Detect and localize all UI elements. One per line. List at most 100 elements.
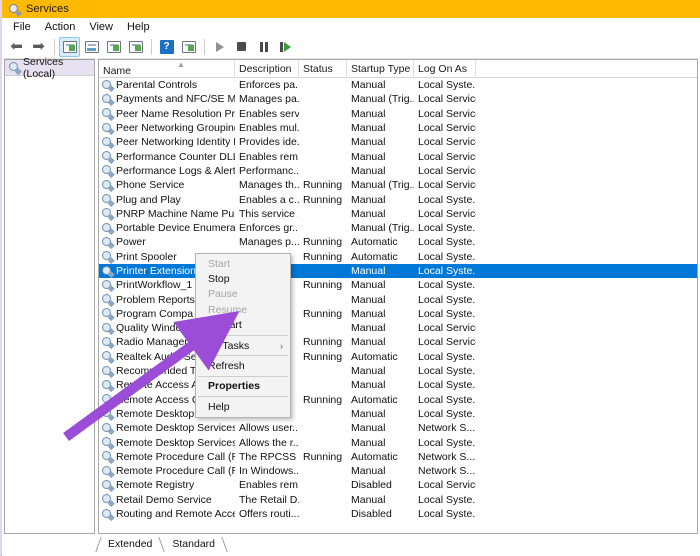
table-row[interactable]: Power Manages p... Running Automatic Local S… <box>99 235 697 249</box>
cell-name-label: Remote Desktop <box>116 407 195 420</box>
table-row[interactable]: Quality Window Manual Local Service <box>99 321 697 335</box>
sidebar-item-services-local[interactable]: Services (Local) <box>5 56 94 80</box>
services-gear-icon <box>101 451 114 464</box>
column-header-name[interactable]: Name ▲ <box>99 60 235 78</box>
forward-button[interactable]: ➡ <box>28 37 49 57</box>
menu-help[interactable]: Help <box>123 20 157 34</box>
tab-extended-label: Extended <box>108 538 153 550</box>
table-row[interactable]: Printer Extensions Manual Local Syste... <box>99 263 697 279</box>
table-row[interactable]: Peer Networking Grouping Enables mul... Ma… <box>99 121 697 135</box>
table-row[interactable]: Recommended T Manual Local Syste... <box>99 364 697 378</box>
cell-status: Running <box>303 179 343 192</box>
table-row[interactable]: Remote Desktop Services U... Allows the r… <box>99 435 697 449</box>
column-header-description[interactable]: Description <box>235 60 299 78</box>
cell-name-label: Remote Desktop Services U... <box>116 436 235 449</box>
column-header-log-on-as[interactable]: Log On As <box>414 60 476 78</box>
table-row[interactable]: Remote Procedure Call (RP... In Windows..… <box>99 464 697 478</box>
table-row[interactable]: Remote Procedure Call (RPC) The RPCSS s..… <box>99 450 697 464</box>
table-row[interactable]: Payments and NFC/SE Man... Manages pa... M… <box>99 92 697 106</box>
table-row[interactable]: Remote Registry Enables rem... Disabled Loc… <box>99 478 697 492</box>
cell-status: Running <box>303 250 343 263</box>
tab-standard-label: Standard <box>172 538 215 550</box>
cell-description: Enables rem... <box>239 150 299 163</box>
cell-name: Remote Desktop Services <box>99 421 235 435</box>
column-header-status[interactable]: Status <box>299 60 347 78</box>
cell-log-on-as: Local Syste... <box>418 508 476 521</box>
table-row[interactable]: Remote Access A Manual Local Syste... <box>99 378 697 392</box>
table-row[interactable]: Remote Desktop Manual Local Syste... <box>99 407 697 421</box>
help-button[interactable]: ? <box>156 37 177 57</box>
context-menu-item-restart[interactable]: Restart <box>196 318 290 333</box>
table-row[interactable]: Peer Networking Identity M... Provides id… <box>99 135 697 149</box>
table-row[interactable]: Problem Reports Manual Local Syste... <box>99 292 697 307</box>
show-action-pane-button[interactable] <box>178 37 199 57</box>
table-row[interactable]: Retail Demo Service The Retail D... Manual… <box>99 493 697 507</box>
start-service-button[interactable] <box>209 37 230 57</box>
cell-startup-type: Manual <box>351 207 386 220</box>
table-row[interactable]: Realtek Audio Se Running Automatic Local Sy… <box>99 350 697 364</box>
cell-startup-type: Manual <box>351 79 386 92</box>
table-row[interactable]: Radio Managem Running Manual Local Service <box>99 335 697 349</box>
table-row[interactable]: Program Compa Running Manual Local Syste... <box>99 307 697 321</box>
table-row[interactable]: Performance Counter DLL ... Enables rem..… <box>99 149 697 164</box>
context-menu-item-label: Properties <box>208 380 260 393</box>
cell-status: Running <box>303 393 343 406</box>
context-menu-item-refresh[interactable]: Refresh <box>196 358 290 373</box>
table-row[interactable]: Phone Service Manages th... Running Manual … <box>99 178 697 192</box>
cell-name-label: Performance Counter DLL ... <box>116 150 235 163</box>
cell-startup-type: Automatic <box>351 236 398 249</box>
table-row[interactable]: Plug and Play Enables a c... Running Manual… <box>99 192 697 206</box>
view-tabs: Extended Standard <box>95 534 698 552</box>
stop-service-button[interactable] <box>231 37 252 57</box>
table-row[interactable]: Peer Name Resolution Prot... Enables serv… <box>99 107 697 121</box>
cell-startup-type: Manual <box>351 307 386 320</box>
services-gear-icon <box>101 151 114 164</box>
table-row[interactable]: Routing and Remote Access Offers routi...… <box>99 507 697 521</box>
cell-status: Running <box>303 350 343 363</box>
cell-startup-type: Automatic <box>351 393 398 406</box>
table-row[interactable]: PrintWorkflow_1 Running Manual Local Syste.… <box>99 278 697 292</box>
cell-description: Enforces pa... <box>239 79 299 92</box>
cell-log-on-as: Local Syste... <box>418 236 476 249</box>
table-row[interactable]: PNRP Machine Name Publi... This service .… <box>99 207 697 221</box>
services-gear-icon <box>101 93 114 106</box>
export-list-button[interactable] <box>125 37 146 57</box>
context-menu: Start Stop Pause Resume Restart All Tasks › Ref… <box>195 253 291 418</box>
cell-name: Peer Networking Identity M... <box>99 135 235 149</box>
cell-startup-type: Manual <box>351 379 386 392</box>
column-header-startup-type[interactable]: Startup Type <box>347 60 414 78</box>
cell-startup-type: Automatic <box>351 450 398 463</box>
restart-service-button[interactable] <box>275 37 296 57</box>
sidebar-item-label: Services (Local) <box>23 55 64 80</box>
table-row[interactable]: Performance Logs & Alerts Performanc... Ma… <box>99 164 697 178</box>
cell-description: Enables serv... <box>239 107 299 120</box>
cell-log-on-as: Network S... <box>418 422 476 435</box>
cell-log-on-as: Local Service <box>418 122 476 135</box>
context-menu-item-all-tasks[interactable]: All Tasks › <box>196 338 290 353</box>
properties-button[interactable] <box>81 37 102 57</box>
table-row[interactable]: Parental Controls Enforces pa... Manual Loc… <box>99 78 697 92</box>
refresh-button[interactable] <box>103 37 124 57</box>
cell-name-label: Retail Demo Service <box>116 493 212 506</box>
menu-action[interactable]: Action <box>41 20 83 34</box>
tab-standard[interactable]: Standard <box>162 537 228 552</box>
cell-startup-type: Manual <box>351 493 386 506</box>
menu-file[interactable]: File <box>9 20 38 34</box>
cell-startup-type: Manual <box>351 164 386 177</box>
context-menu-item-properties[interactable]: Properties <box>196 379 290 394</box>
cell-startup-type: Manual <box>351 122 386 135</box>
column-header-row: Name ▲ Description Status Startup Type L… <box>99 60 697 78</box>
services-gear-icon <box>101 437 114 449</box>
pause-service-button[interactable] <box>253 37 274 57</box>
context-menu-item-stop[interactable]: Stop <box>196 271 290 286</box>
cell-startup-type: Manual <box>351 293 386 306</box>
tab-extended[interactable]: Extended <box>95 537 166 552</box>
menu-view[interactable]: View <box>85 20 120 34</box>
context-menu-item-help[interactable]: Help <box>196 399 290 414</box>
back-button[interactable]: ⬅ <box>6 37 27 57</box>
table-row[interactable]: Portable Device Enumerator... Enforces gr… <box>99 221 697 235</box>
table-row[interactable]: Print Spooler Running Automatic Local Syste… <box>99 250 697 264</box>
show-hide-console-tree-button[interactable] <box>59 36 80 57</box>
table-row[interactable]: Remote Desktop Services Allows user... Man… <box>99 421 697 435</box>
table-row[interactable]: Remote Access C Running Automatic Local Sys… <box>99 393 697 407</box>
